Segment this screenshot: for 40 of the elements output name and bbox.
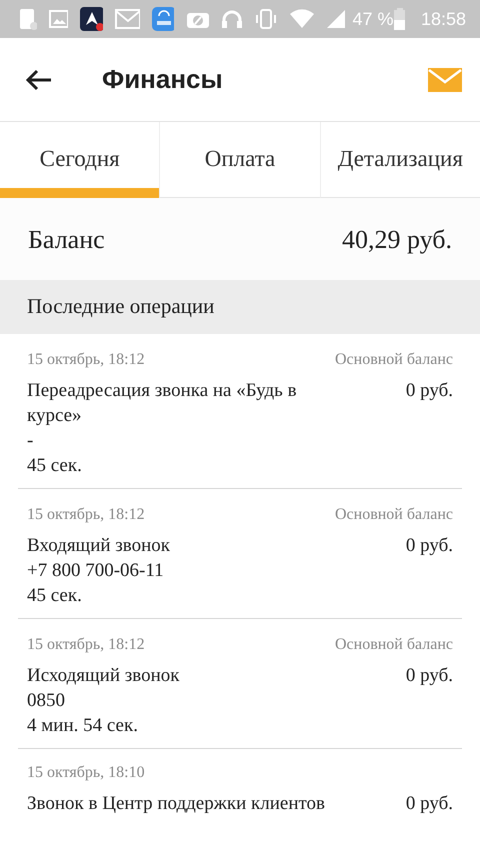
- operation-title: Переадресация звонка на «Будь в курсе»: [27, 379, 298, 428]
- operation-detail: 45 сек.: [27, 454, 83, 478]
- operation-date: 15 октябрь, 18:12: [27, 350, 145, 370]
- app-icon: [80, 7, 103, 31]
- balance-label: Баланс: [28, 224, 105, 256]
- operation-title: Звонок в Центр поддержки клиентов: [27, 792, 326, 816]
- account-label: Основной баланс: [334, 505, 453, 525]
- operation-detail: 4 мин. 54 сек.: [27, 714, 139, 738]
- operation-date: 15 октябрь, 18:10: [27, 763, 145, 783]
- balance-value: 40,29 руб.: [342, 224, 452, 256]
- operation-date: 15 октябрь, 18:12: [27, 635, 145, 655]
- battery-percent: 47 %: [352, 8, 394, 30]
- screen-title: Финансы: [102, 63, 223, 96]
- operation-amount: 0 руб.: [406, 534, 453, 558]
- operation-title: Исходящий звонок: [27, 664, 180, 688]
- operation-detail: 0850: [27, 689, 66, 713]
- account-label: Основной баланс: [334, 350, 453, 370]
- wifi-icon: [288, 9, 314, 29]
- operation-date: 15 октябрь, 18:12: [27, 505, 145, 525]
- operation-amount: 0 руб.: [406, 792, 453, 816]
- operation-amount: 0 руб.: [406, 379, 453, 403]
- headset-icon: [221, 9, 242, 29]
- clock: 18:58: [420, 8, 466, 30]
- operation-detail: -: [27, 429, 34, 453]
- operation-detail: +7 800 700-06-11: [27, 559, 165, 583]
- signal-icon: [326, 9, 344, 29]
- tab[interactable]: Оплата: [159, 122, 320, 198]
- mail-icon: [114, 9, 140, 29]
- vibrate-icon: [254, 8, 277, 30]
- operation-detail: 45 сек.: [27, 584, 83, 608]
- battery-icon: [394, 8, 405, 30]
- section-title: Последние операции: [27, 293, 214, 320]
- operation-amount: 0 руб.: [406, 664, 453, 688]
- operation-title: Входящий звонок: [27, 534, 170, 558]
- image-icon: [49, 10, 68, 28]
- back-button[interactable]: [26, 68, 52, 92]
- sim-icon: [18, 8, 37, 30]
- tab[interactable]: Детализация: [320, 122, 480, 198]
- account-label: Основной баланс: [334, 635, 453, 655]
- store-icon: [152, 7, 174, 31]
